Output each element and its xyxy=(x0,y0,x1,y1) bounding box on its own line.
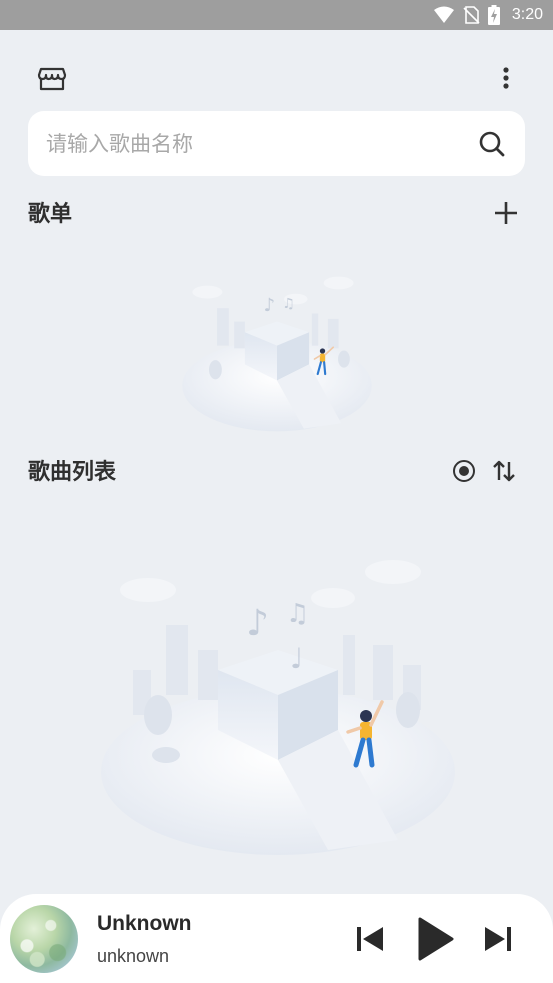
search-box[interactable] xyxy=(28,111,525,176)
search-input[interactable] xyxy=(46,131,477,156)
status-bar: 3:20 xyxy=(0,0,553,30)
empty-playlist-illustration: ♪ ♫ xyxy=(182,276,372,432)
mini-player[interactable]: Unknown unknown xyxy=(0,894,553,983)
svg-text:♩: ♩ xyxy=(290,642,303,675)
play-icon[interactable] xyxy=(414,916,456,962)
locate-icon[interactable] xyxy=(451,458,477,484)
next-icon[interactable] xyxy=(482,924,514,954)
svg-text:♫: ♫ xyxy=(282,296,294,312)
previous-icon[interactable] xyxy=(354,924,386,954)
battery-charging-icon xyxy=(487,5,500,25)
svg-text:♪: ♪ xyxy=(246,603,269,644)
svg-text:♪: ♪ xyxy=(264,295,276,316)
search-icon[interactable] xyxy=(477,129,507,159)
wifi-icon xyxy=(433,6,454,23)
song-title: Unknown xyxy=(97,912,192,935)
store-icon[interactable] xyxy=(36,62,68,94)
playlist-section-title: 歌单 xyxy=(28,202,73,227)
songlist-section-title: 歌曲列表 xyxy=(28,460,117,485)
status-time: 3:20 xyxy=(511,6,543,23)
empty-songlist-illustration: ♪ ♫ ♩ xyxy=(101,560,455,855)
add-icon[interactable] xyxy=(492,199,520,227)
album-art[interactable] xyxy=(10,905,78,973)
sort-icon[interactable] xyxy=(491,458,517,484)
song-artist: unknown xyxy=(97,946,170,966)
svg-text:♫: ♫ xyxy=(286,599,309,629)
more-vert-icon[interactable] xyxy=(494,62,518,94)
no-sim-icon xyxy=(463,6,480,24)
